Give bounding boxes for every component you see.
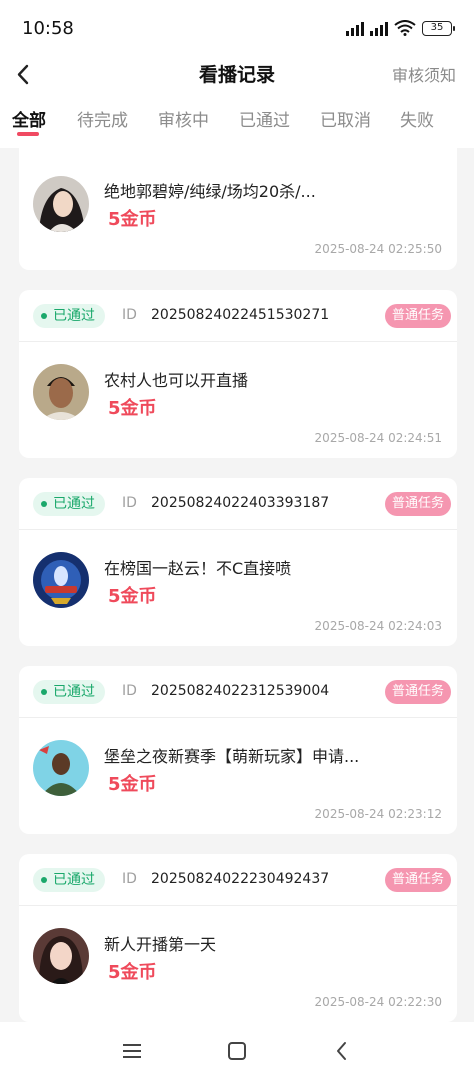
room-name: 在榜国一赵云！不C直接喷 — [104, 559, 292, 578]
signal-icon — [370, 20, 388, 36]
record-id: 20250824022312539004 — [151, 683, 330, 699]
status-badge: 已通过 — [33, 492, 105, 516]
avatar — [33, 552, 89, 608]
filter-tabs: 全部 待完成 审核中 已通过 已取消 失败 — [0, 96, 474, 148]
tab-passed[interactable]: 已通过 — [239, 106, 290, 131]
reward-amount: 5金币 — [108, 398, 157, 419]
home-square-icon[interactable] — [224, 1038, 250, 1064]
tab-failed[interactable]: 失败 — [400, 106, 434, 131]
record-card[interactable]: 已通过 ID 20250824022312539004 普通任务 堡垒之夜新赛季… — [19, 666, 457, 834]
status-label: 已通过 — [53, 496, 95, 512]
record-id: 20250824022230492437 — [151, 871, 330, 887]
signal-icon — [346, 20, 364, 36]
id-label: ID — [122, 307, 137, 323]
wifi-icon — [394, 20, 416, 36]
record-list[interactable]: 绝地郭碧婷/纯绿/场均20杀/... 5金币 2025-08-24 02:25:… — [0, 148, 474, 1022]
status-icons: 35 — [346, 20, 455, 36]
task-type-tag: 普通任务 — [384, 304, 451, 328]
nav-bar: 看播记录 审核须知 — [0, 58, 474, 96]
record-card[interactable]: 绝地郭碧婷/纯绿/场均20杀/... 5金币 2025-08-24 02:25:… — [19, 148, 457, 270]
avatar — [33, 176, 89, 232]
active-tab-indicator — [17, 132, 39, 136]
status-label: 已通过 — [53, 872, 95, 888]
record-card[interactable]: 已通过 ID 20250824022403393187 普通任务 在榜国一赵云！… — [19, 478, 457, 646]
reward-amount: 5金币 — [108, 962, 157, 983]
menu-icon[interactable] — [119, 1038, 145, 1064]
status-time: 10:58 — [22, 18, 74, 39]
record-card[interactable]: 已通过 ID 20250824022230492437 普通任务 新人开播第一天… — [19, 854, 457, 1022]
record-time: 2025-08-24 02:24:51 — [314, 431, 442, 445]
id-label: ID — [122, 495, 137, 511]
id-label: ID — [122, 683, 137, 699]
status-dot — [41, 689, 47, 695]
battery-icon: 35 — [422, 20, 455, 36]
avatar — [33, 740, 89, 796]
reward-amount: 5金币 — [108, 586, 157, 607]
record-time: 2025-08-24 02:22:30 — [314, 995, 442, 1009]
back-triangle-icon[interactable] — [329, 1038, 355, 1064]
task-type-tag: 普通任务 — [384, 492, 451, 516]
tab-cancelled[interactable]: 已取消 — [320, 106, 371, 131]
record-time: 2025-08-24 02:23:12 — [314, 807, 442, 821]
avatar — [33, 928, 89, 984]
status-bar: 10:58 35 — [0, 0, 474, 58]
tab-reviewing[interactable]: 审核中 — [158, 106, 209, 131]
status-dot — [41, 313, 47, 319]
status-dot — [41, 501, 47, 507]
status-badge: 已通过 — [33, 304, 105, 328]
tab-all[interactable]: 全部 — [12, 106, 46, 131]
system-nav-bar — [0, 1022, 474, 1080]
task-type-tag: 普通任务 — [384, 680, 451, 704]
room-name: 农村人也可以开直播 — [104, 371, 249, 390]
record-id: 20250824022403393187 — [151, 495, 330, 511]
record-time: 2025-08-24 02:24:03 — [314, 619, 442, 633]
record-card[interactable]: 已通过 ID 20250824022451530271 普通任务 农村人也可以开… — [19, 290, 457, 458]
reward-amount: 5金币 — [108, 774, 157, 795]
card-header: 已通过 ID 20250824022403393187 普通任务 — [19, 478, 457, 530]
room-name: 堡垒之夜新赛季【萌新玩家】申请... — [104, 747, 360, 766]
task-type-tag: 普通任务 — [384, 868, 451, 892]
reward-amount: 5金币 — [108, 209, 157, 230]
avatar — [33, 364, 89, 420]
room-name: 绝地郭碧婷/纯绿/场均20杀/... — [104, 182, 316, 201]
room-name: 新人开播第一天 — [104, 935, 217, 954]
id-label: ID — [122, 871, 137, 887]
status-label: 已通过 — [53, 684, 95, 700]
status-dot — [41, 877, 47, 883]
record-time: 2025-08-24 02:25:50 — [314, 242, 442, 256]
record-id: 20250824022451530271 — [151, 307, 330, 323]
status-badge: 已通过 — [33, 680, 105, 704]
card-header: 已通过 ID 20250824022312539004 普通任务 — [19, 666, 457, 718]
review-rules-link[interactable]: 审核须知 — [392, 62, 456, 86]
tab-pending[interactable]: 待完成 — [77, 106, 128, 131]
card-header: 已通过 ID 20250824022230492437 普通任务 — [19, 854, 457, 906]
status-badge: 已通过 — [33, 868, 105, 892]
card-header: 已通过 ID 20250824022451530271 普通任务 — [19, 290, 457, 342]
status-label: 已通过 — [53, 308, 95, 324]
